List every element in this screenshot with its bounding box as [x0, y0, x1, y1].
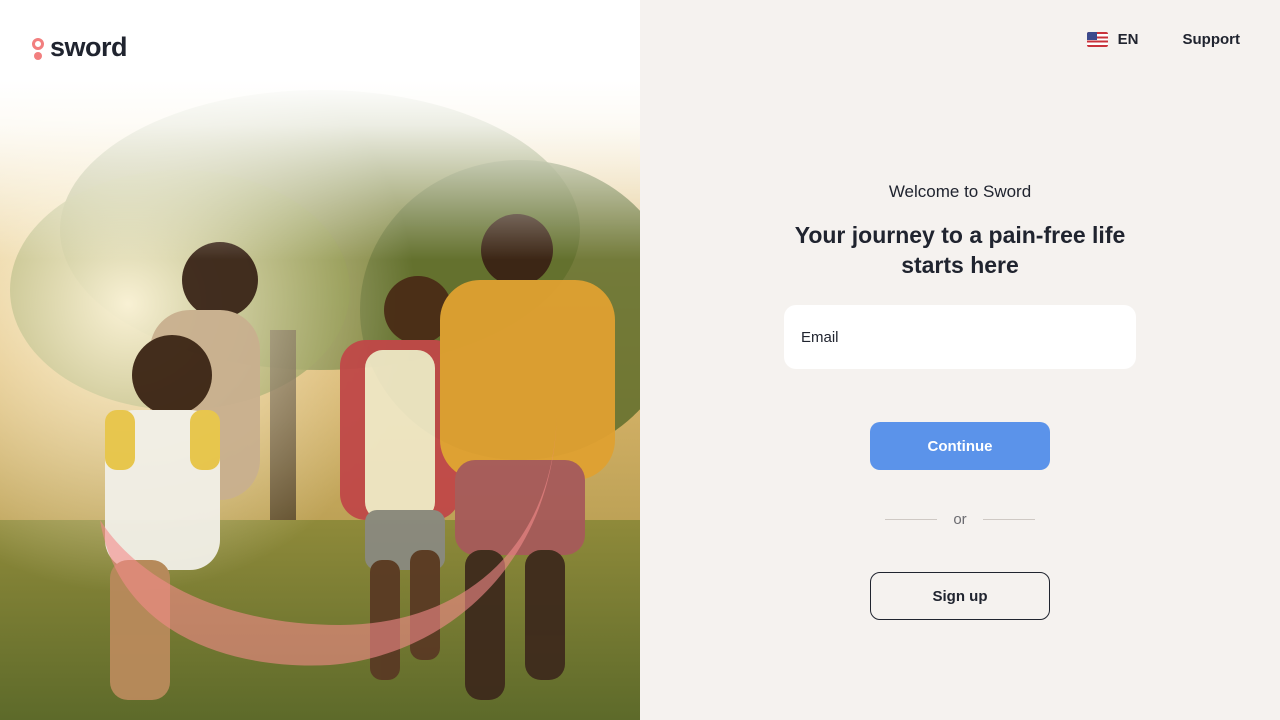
sign-up-button[interactable]: Sign up — [870, 572, 1050, 620]
language-selector[interactable]: EN — [1086, 31, 1139, 48]
logo-text: sword — [50, 32, 128, 62]
divider-line-left — [885, 519, 938, 520]
welcome-text: Welcome to Sword — [888, 182, 1032, 201]
divider-line-right — [982, 519, 1035, 520]
page-title: Your journey to a pain-free life starts … — [794, 222, 1126, 278]
right-panel: EN Support Welcome to Sword Your journey… — [640, 0, 1280, 720]
continue-button[interactable]: Continue — [870, 422, 1050, 470]
support-link[interactable]: Support — [1183, 31, 1241, 48]
top-navigation: EN Support — [1086, 31, 1241, 48]
language-code: EN — [1117, 31, 1139, 48]
sword-logo[interactable]: sword — [32, 32, 128, 62]
sword-logo-icon — [32, 34, 45, 60]
divider-label: or — [953, 511, 967, 528]
us-flag-icon — [1086, 32, 1108, 47]
left-panel: sword — [0, 0, 640, 720]
image-top-fade — [0, 80, 640, 260]
or-divider: or — [885, 511, 1035, 528]
email-input[interactable] — [784, 305, 1136, 369]
